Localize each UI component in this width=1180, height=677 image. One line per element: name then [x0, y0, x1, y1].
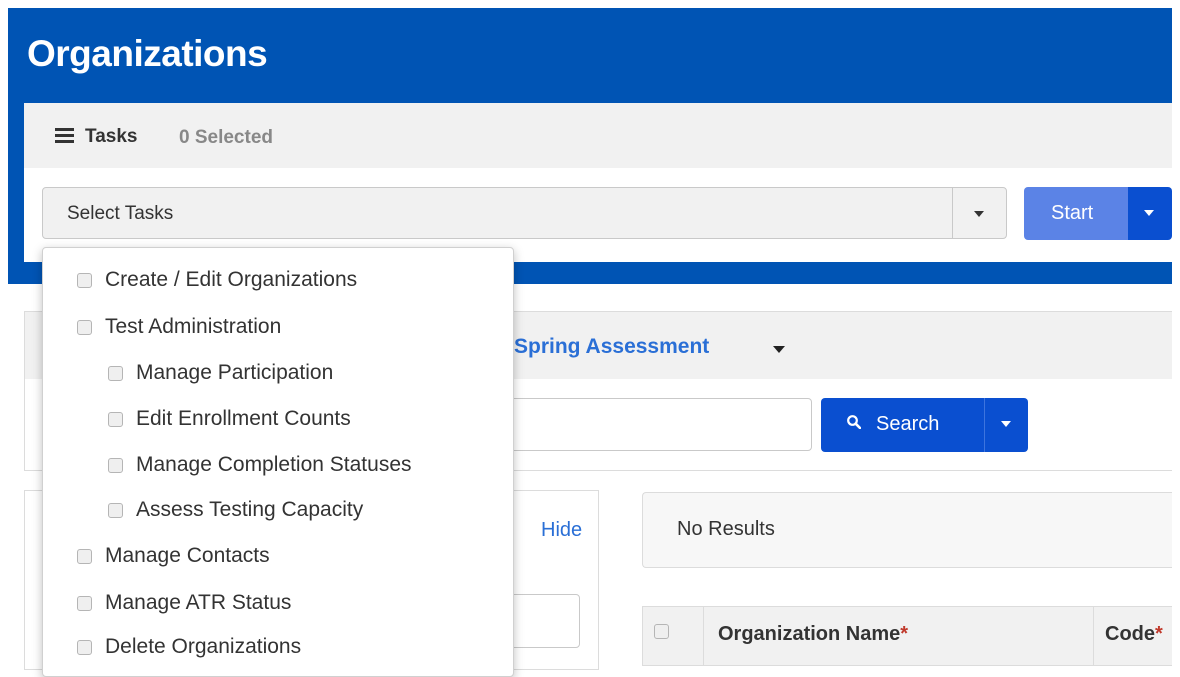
select-tasks-dropdown[interactable]: Select Tasks	[42, 187, 1007, 239]
caret-down-icon[interactable]	[773, 346, 785, 353]
search-button-label: Search	[876, 413, 940, 435]
menu-item-test-administration[interactable]: Test Administration	[77, 315, 281, 339]
start-button-label: Start	[1051, 202, 1094, 224]
required-mark: *	[1155, 623, 1163, 645]
results-status: No Results	[677, 518, 775, 540]
checkbox[interactable]	[108, 365, 123, 381]
column-header-organization-name[interactable]: Organization Name*	[718, 623, 908, 646]
tasks-label: Tasks	[85, 126, 138, 147]
menu-item-assess-testing-capacity[interactable]: Assess Testing Capacity	[108, 498, 363, 522]
checkbox[interactable]	[77, 319, 92, 335]
checkbox[interactable]	[77, 548, 92, 564]
caret-down-icon	[1001, 421, 1011, 427]
select-tasks-toggle[interactable]	[952, 188, 1006, 238]
assessment-selector[interactable]: Spring Assessment	[514, 335, 709, 359]
menu-item-edit-enrollment-counts[interactable]: Edit Enrollment Counts	[108, 407, 351, 431]
caret-down-icon	[974, 211, 984, 217]
caret-down-icon	[1144, 210, 1154, 216]
required-mark: *	[900, 623, 909, 645]
menu-item-label: Assess Testing Capacity	[136, 498, 364, 521]
column-divider	[1093, 606, 1094, 666]
hide-filters-link[interactable]: Hide	[541, 519, 582, 542]
column-header-code[interactable]: Code*	[1105, 623, 1163, 646]
column-divider	[703, 606, 704, 666]
menu-item-manage-completion-statuses[interactable]: Manage Completion Statuses	[108, 453, 412, 477]
checkbox[interactable]	[77, 272, 92, 288]
menu-item-manage-participation[interactable]: Manage Participation	[108, 361, 333, 385]
menu-item-manage-contacts[interactable]: Manage Contacts	[77, 544, 270, 568]
checkbox[interactable]	[108, 457, 123, 473]
tasks-list-icon	[55, 128, 74, 143]
select-tasks-placeholder: Select Tasks	[67, 203, 174, 224]
menu-item-label: Delete Organizations	[105, 635, 302, 658]
start-button[interactable]: Start	[1024, 187, 1128, 240]
menu-item-label: Edit Enrollment Counts	[136, 407, 351, 430]
checkbox[interactable]	[77, 639, 92, 655]
magnifier-icon	[847, 415, 861, 429]
menu-item-label: Manage Completion Statuses	[136, 453, 412, 476]
search-options-button[interactable]	[984, 398, 1028, 452]
menu-item-delete-organizations[interactable]: Delete Organizations	[77, 635, 301, 659]
tasks-selected-count: 0 Selected	[179, 127, 273, 148]
column-label: Organization Name	[718, 623, 901, 645]
page-title: Organizations	[27, 33, 268, 74]
checkbox[interactable]	[108, 502, 123, 518]
start-options-button[interactable]	[1128, 187, 1172, 240]
menu-item-label: Manage Contacts	[105, 544, 270, 567]
menu-item-label: Test Administration	[105, 315, 282, 338]
column-label: Code	[1105, 623, 1155, 645]
tasks-bar: Tasks 0 Selected	[24, 103, 1172, 168]
select-all-checkbox[interactable]	[654, 624, 669, 639]
menu-item-label: Manage Participation	[136, 361, 334, 384]
checkbox[interactable]	[108, 411, 123, 427]
search-input[interactable]	[500, 398, 812, 451]
menu-item-manage-atr-status[interactable]: Manage ATR Status	[77, 591, 291, 615]
search-button[interactable]: Search	[821, 398, 984, 452]
menu-item-create-edit-organizations[interactable]: Create / Edit Organizations	[77, 268, 357, 292]
menu-item-label: Create / Edit Organizations	[105, 268, 358, 291]
menu-item-label: Manage ATR Status	[105, 591, 292, 614]
checkbox[interactable]	[77, 595, 92, 611]
